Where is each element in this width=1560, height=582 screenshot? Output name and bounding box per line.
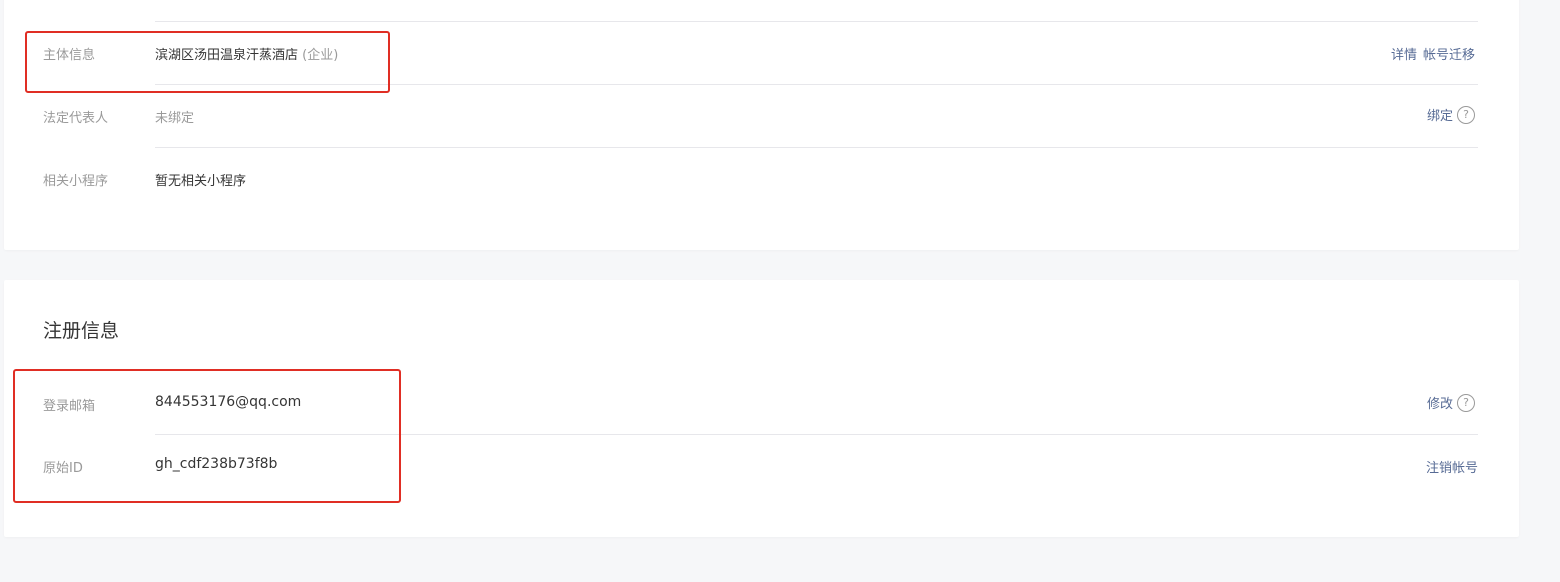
- subject-info-label: 主体信息: [43, 48, 96, 63]
- legal-representative-actions: 绑定 ?: [1427, 105, 1475, 124]
- legal-representative-label: 法定代表人: [43, 111, 109, 126]
- original-id-label: 原始ID: [43, 461, 83, 476]
- help-icon[interactable]: ?: [1457, 393, 1475, 412]
- login-email-actions: 修改 ?: [1427, 393, 1475, 412]
- original-id-row: 原始ID gh_cdf238b73f8b 注销帐号: [4, 435, 1519, 498]
- account-info-card: 主体信息 滨湖区汤田温泉汗蒸酒店 (企业) 详情 帐号迁移 法定代表人 未绑定 …: [4, 0, 1519, 250]
- related-miniprogram-value: 暂无相关小程序: [155, 174, 247, 189]
- company-type-tag: (企业): [302, 48, 339, 63]
- modify-link[interactable]: 修改: [1427, 393, 1453, 412]
- registration-info-card: 注册信息 登录邮箱 844553176@qq.com 修改 ? 原始ID gh_…: [4, 280, 1519, 537]
- original-id-value: gh_cdf238b73f8b: [155, 456, 278, 472]
- cancel-account-link[interactable]: 注销帐号: [1426, 457, 1478, 476]
- login-email-value: 844553176@qq.com: [155, 394, 302, 410]
- help-icon[interactable]: ?: [1457, 105, 1475, 124]
- subject-info-row: 主体信息 滨湖区汤田温泉汗蒸酒店 (企业) 详情 帐号迁移: [4, 22, 1519, 85]
- original-id-actions: 注销帐号: [1426, 457, 1478, 476]
- related-miniprogram-row: 相关小程序 暂无相关小程序: [4, 148, 1519, 211]
- login-email-label: 登录邮箱: [43, 399, 96, 414]
- bind-link[interactable]: 绑定: [1427, 105, 1453, 124]
- details-link[interactable]: 详情: [1391, 44, 1417, 63]
- company-name: 滨湖区汤田温泉汗蒸酒店: [155, 48, 299, 63]
- login-email-row: 登录邮箱 844553176@qq.com 修改 ?: [4, 372, 1519, 435]
- legal-representative-value: 未绑定: [155, 111, 195, 126]
- section-title: 注册信息: [43, 320, 120, 342]
- account-migration-link[interactable]: 帐号迁移: [1423, 44, 1475, 63]
- subject-info-value: 滨湖区汤田温泉汗蒸酒店 (企业): [155, 44, 338, 63]
- subject-info-actions: 详情 帐号迁移: [1391, 44, 1475, 63]
- related-miniprogram-label: 相关小程序: [43, 174, 109, 189]
- legal-representative-row: 法定代表人 未绑定 绑定 ?: [4, 85, 1519, 148]
